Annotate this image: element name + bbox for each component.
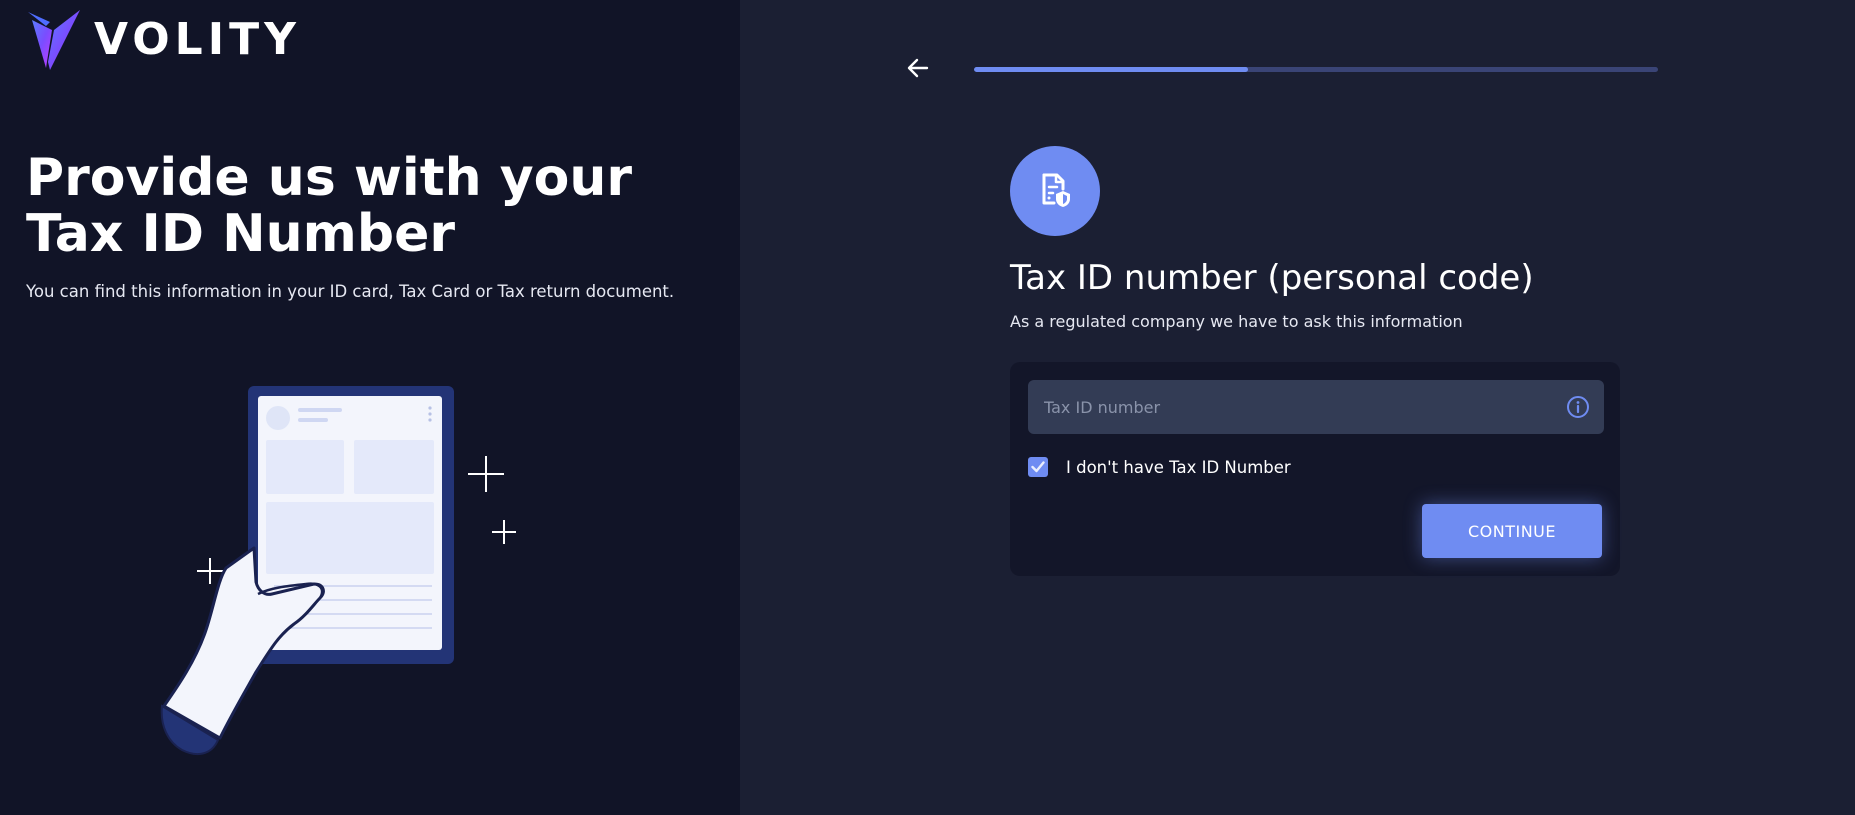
tax-id-input-wrapper [1028, 380, 1604, 434]
progress-bar [974, 67, 1658, 72]
headline-subtext: You can find this information in your ID… [26, 282, 675, 301]
progress-bar-fill [974, 67, 1248, 72]
info-icon[interactable] [1566, 395, 1590, 419]
page-headline: Provide us with your Tax ID Number [26, 150, 706, 262]
continue-button[interactable]: CONTINUE [1422, 504, 1602, 558]
document-badge [1010, 146, 1100, 236]
headline-line-2: Tax ID Number [26, 204, 455, 264]
no-tax-id-label[interactable]: I don't have Tax ID Number [1066, 458, 1291, 477]
document-shield-icon [1042, 173, 1070, 207]
tax-id-form: Tax ID number (personal code) As a regul… [1010, 146, 1630, 576]
left-panel: VOLITY Provide us with your Tax ID Numbe… [0, 0, 740, 815]
headline-line-1: Provide us with your [26, 148, 632, 208]
form-title: Tax ID number (personal code) [1010, 258, 1534, 298]
right-panel: Tax ID number (personal code) As a regul… [740, 0, 1855, 815]
arrow-left-icon [907, 58, 929, 78]
check-icon [1031, 461, 1045, 473]
back-button[interactable] [900, 52, 936, 84]
brand-name: VOLITY [94, 14, 301, 65]
tax-id-card: I don't have Tax ID Number CONTINUE [1010, 362, 1620, 576]
brand-logo[interactable]: VOLITY [26, 8, 301, 72]
tax-id-input[interactable] [1028, 380, 1604, 434]
no-tax-id-option: I don't have Tax ID Number [1028, 456, 1602, 478]
no-tax-id-checkbox[interactable] [1028, 457, 1048, 477]
volity-logo-icon [28, 10, 80, 70]
tax-id-page: VOLITY Provide us with your Tax ID Numbe… [0, 0, 1855, 815]
form-subtitle: As a regulated company we have to ask th… [1010, 312, 1463, 331]
hand-holding-document-illustration [160, 380, 550, 756]
